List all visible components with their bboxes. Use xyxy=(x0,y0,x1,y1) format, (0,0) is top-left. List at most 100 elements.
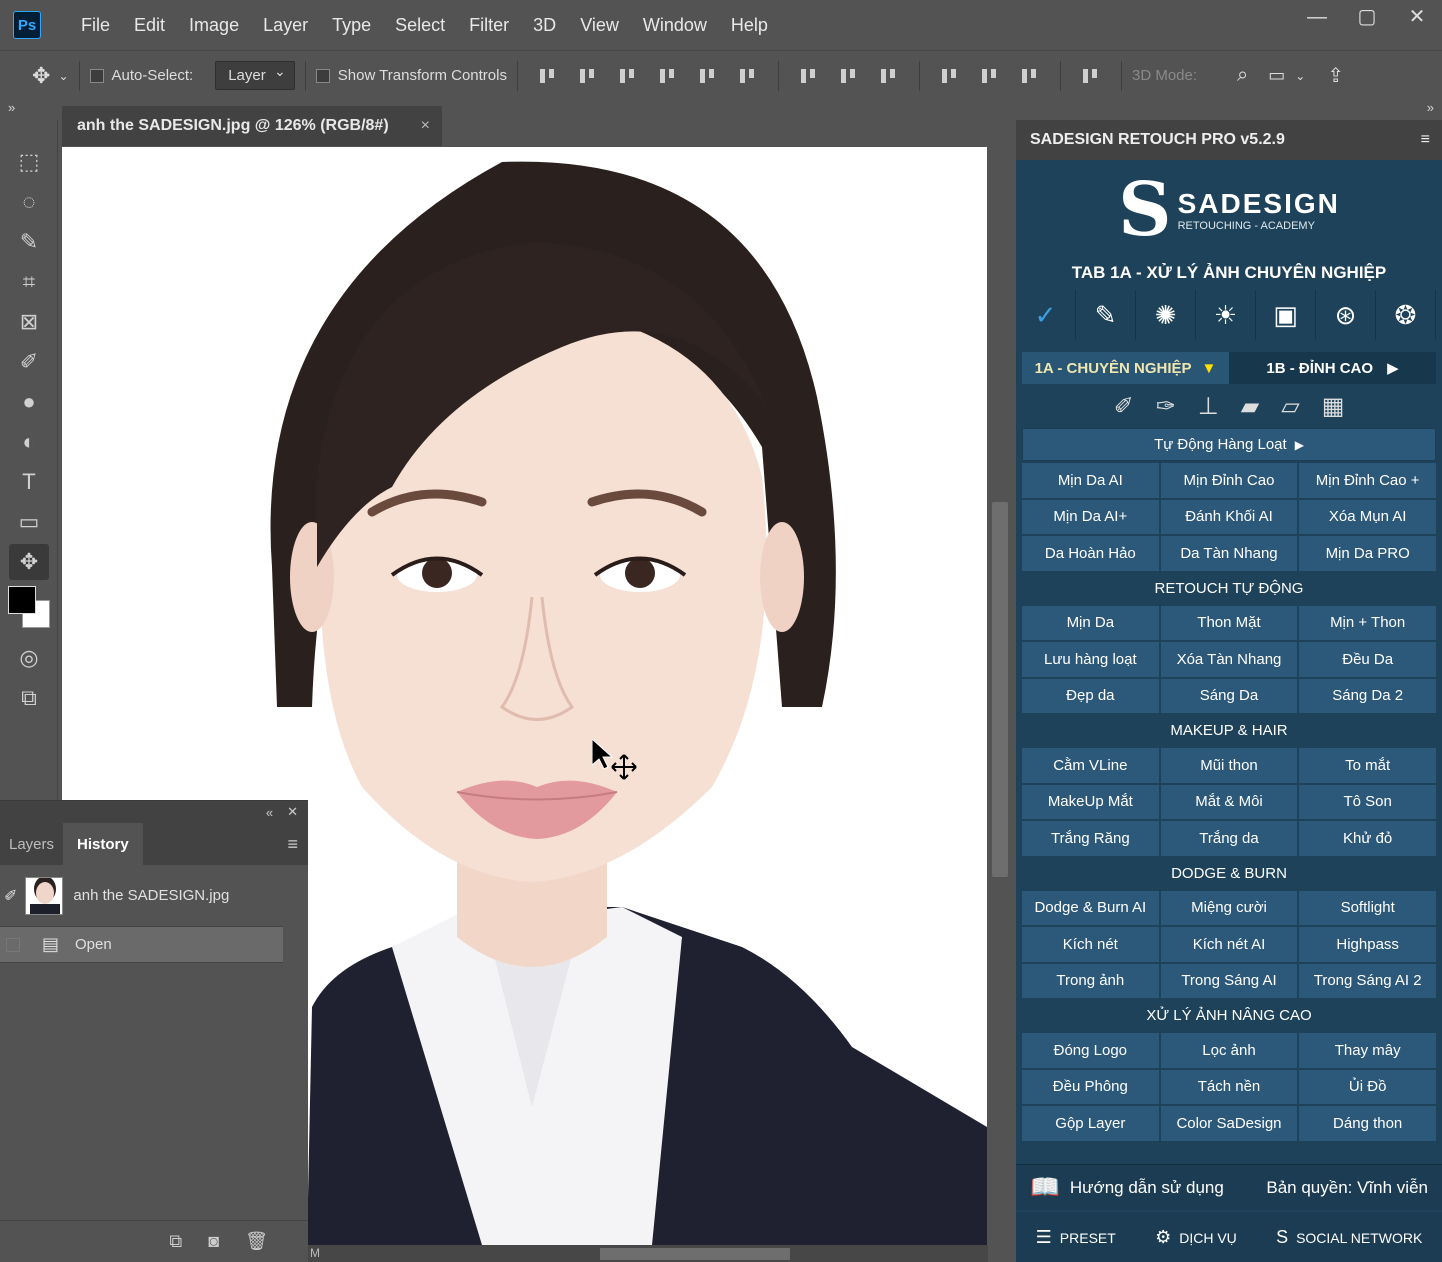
menu-type[interactable]: Type xyxy=(320,15,383,36)
distribute-bottom-icon[interactable] xyxy=(878,66,900,86)
lasso-tool-icon[interactable]: ◌ xyxy=(9,184,49,220)
distribute-hcenter-icon[interactable] xyxy=(979,66,1001,86)
action-button[interactable]: Kích nét xyxy=(1022,927,1159,962)
aperture-icon[interactable]: ✺ xyxy=(1136,290,1196,340)
color-swatches[interactable] xyxy=(8,586,58,636)
action-button[interactable]: Trong ảnh xyxy=(1022,963,1159,998)
service-button[interactable]: ⚙ DỊCH VỤ xyxy=(1155,1227,1237,1248)
preset-button[interactable]: ☰ PRESET xyxy=(1036,1227,1116,1248)
chevron-down-icon[interactable]: ⌄ xyxy=(58,69,68,83)
foreground-color[interactable] xyxy=(8,586,36,614)
close-window-button[interactable]: ✕ xyxy=(1392,0,1442,36)
marquee-tool-icon[interactable]: ⬚ xyxy=(9,144,49,180)
tab-layers[interactable]: Layers xyxy=(0,823,63,865)
distribute-left-icon[interactable] xyxy=(939,66,961,86)
history-brush-icon[interactable]: ✐ xyxy=(4,886,17,906)
color-circles-icon[interactable]: ⊛ xyxy=(1316,290,1376,340)
action-button[interactable]: Cằm VLine xyxy=(1022,748,1159,783)
action-button[interactable]: Mịn Da AI+ xyxy=(1022,499,1159,534)
align-bottom-icon[interactable] xyxy=(617,66,639,86)
action-button[interactable]: Trong Sáng AI 2 xyxy=(1299,963,1436,998)
menu-view[interactable]: View xyxy=(568,15,631,36)
distribute-right-icon[interactable] xyxy=(1019,66,1041,86)
action-button[interactable]: Gộp Layer xyxy=(1022,1106,1159,1141)
history-snapshot[interactable]: ✐ anh the SADESIGN.jpg xyxy=(0,865,283,927)
collapse-icon[interactable]: « xyxy=(266,805,273,820)
history-state[interactable]: ▤ Open xyxy=(0,927,283,963)
minimize-button[interactable]: — xyxy=(1292,0,1342,36)
transform-controls-checkbox[interactable] xyxy=(315,68,330,83)
new-document-from-state-icon[interactable]: ⧉ xyxy=(169,1231,182,1252)
action-button[interactable]: Đều Da xyxy=(1299,642,1436,677)
action-button[interactable]: To mắt xyxy=(1299,748,1436,783)
action-button[interactable]: Thon Mặt xyxy=(1160,605,1298,640)
brush-icon[interactable]: ✐ xyxy=(1114,392,1134,421)
history-state-checkbox[interactable] xyxy=(6,937,20,952)
menu-layer[interactable]: Layer xyxy=(251,15,320,36)
action-button[interactable]: Khử đỏ xyxy=(1299,821,1436,856)
expand-right-icon[interactable]: » xyxy=(1427,100,1434,115)
action-button[interactable]: Trắng da xyxy=(1160,821,1298,856)
action-button[interactable]: Mịn Đỉnh Cao + xyxy=(1299,463,1436,498)
double-brush-icon[interactable]: ✑ xyxy=(1156,392,1176,421)
action-button[interactable]: Lọc ảnh xyxy=(1160,1033,1298,1068)
align-hcenter-icon[interactable] xyxy=(697,66,719,86)
action-button[interactable]: Đẹp da xyxy=(1022,678,1159,713)
search-icon[interactable]: ⌕ xyxy=(1237,64,1248,87)
rectangle-tool-icon[interactable]: ▭ xyxy=(9,504,49,540)
action-button[interactable]: Dodge & Burn AI xyxy=(1022,890,1159,925)
retouch-brush-icon[interactable]: ✓ xyxy=(1016,290,1076,340)
action-button[interactable]: MakeUp Mắt xyxy=(1022,784,1159,819)
action-button[interactable]: Tách nền xyxy=(1160,1069,1298,1104)
action-button[interactable]: Color SaDesign xyxy=(1160,1106,1298,1141)
horizontal-scrollbar[interactable]: M xyxy=(308,1245,988,1262)
globe-icon[interactable]: ❂ xyxy=(1376,290,1436,340)
guide-link[interactable]: Hướng dẫn sử dụng xyxy=(1070,1178,1224,1198)
menu-window[interactable]: Window xyxy=(631,15,719,36)
menu-edit[interactable]: Edit xyxy=(122,15,177,36)
crop-tool-icon[interactable]: ⌗ xyxy=(9,264,49,300)
frame-tool-icon[interactable]: ⊠ xyxy=(9,304,49,340)
action-button[interactable]: Mịn + Thon xyxy=(1299,605,1436,640)
action-button[interactable]: Ủi Đồ xyxy=(1299,1069,1436,1104)
menu-3d[interactable]: 3D xyxy=(521,15,568,36)
light-icon[interactable]: ☀ xyxy=(1196,290,1256,340)
document-tab[interactable]: anh the SADESIGN.jpg @ 126% (RGB/8#) × xyxy=(62,106,442,146)
action-button[interactable]: Mịn Da PRO xyxy=(1299,536,1436,571)
align-top-icon[interactable] xyxy=(537,66,559,86)
menu-filter[interactable]: Filter xyxy=(457,15,521,36)
distribute-top-icon[interactable] xyxy=(798,66,820,86)
document-edit-icon[interactable]: ✎ xyxy=(1076,290,1136,340)
action-button[interactable]: Highpass xyxy=(1299,927,1436,962)
action-button[interactable]: Xóa Mụn AI xyxy=(1299,499,1436,534)
action-button[interactable]: Dáng thon xyxy=(1299,1106,1436,1141)
move-tool-icon[interactable]: ✥ xyxy=(9,544,49,580)
menu-file[interactable]: File xyxy=(69,15,122,36)
auto-select-checkbox[interactable] xyxy=(89,68,104,83)
menu-help[interactable]: Help xyxy=(719,15,780,36)
auto-select-dropdown[interactable]: Layer xyxy=(215,61,295,90)
eraser-icon[interactable]: ▱ xyxy=(1281,392,1299,421)
action-button[interactable]: Da Hoàn Hảo xyxy=(1022,536,1159,571)
bandage-icon[interactable]: ▰ xyxy=(1241,392,1259,421)
quick-select-tool-icon[interactable]: ✎ xyxy=(9,224,49,260)
action-button[interactable]: Kích nét AI xyxy=(1160,927,1298,962)
tab-history[interactable]: History xyxy=(63,823,143,865)
type-tool-icon[interactable]: T xyxy=(9,464,49,500)
action-button[interactable]: Thay mây xyxy=(1299,1033,1436,1068)
align-vcenter-icon[interactable] xyxy=(577,66,599,86)
quick-mask-icon[interactable]: ◎ xyxy=(9,640,49,676)
share-icon[interactable]: ⇪ xyxy=(1327,63,1344,88)
scroll-thumb[interactable] xyxy=(992,502,1008,877)
action-button[interactable]: Softlight xyxy=(1299,890,1436,925)
align-right-icon[interactable] xyxy=(737,66,759,86)
psd-file-icon[interactable]: ▣ xyxy=(1256,290,1316,340)
action-button[interactable]: Đóng Logo xyxy=(1022,1033,1159,1068)
panel-menu-icon[interactable]: ≡ xyxy=(1421,131,1430,149)
close-document-icon[interactable]: × xyxy=(421,117,430,135)
distribute-vcenter-icon[interactable] xyxy=(838,66,860,86)
move-tool-icon[interactable]: ✥ xyxy=(32,63,50,89)
action-button[interactable]: Sáng Da xyxy=(1160,678,1298,713)
maximize-button[interactable]: ▢ xyxy=(1342,0,1392,36)
action-button[interactable]: Mũi thon xyxy=(1160,748,1298,783)
